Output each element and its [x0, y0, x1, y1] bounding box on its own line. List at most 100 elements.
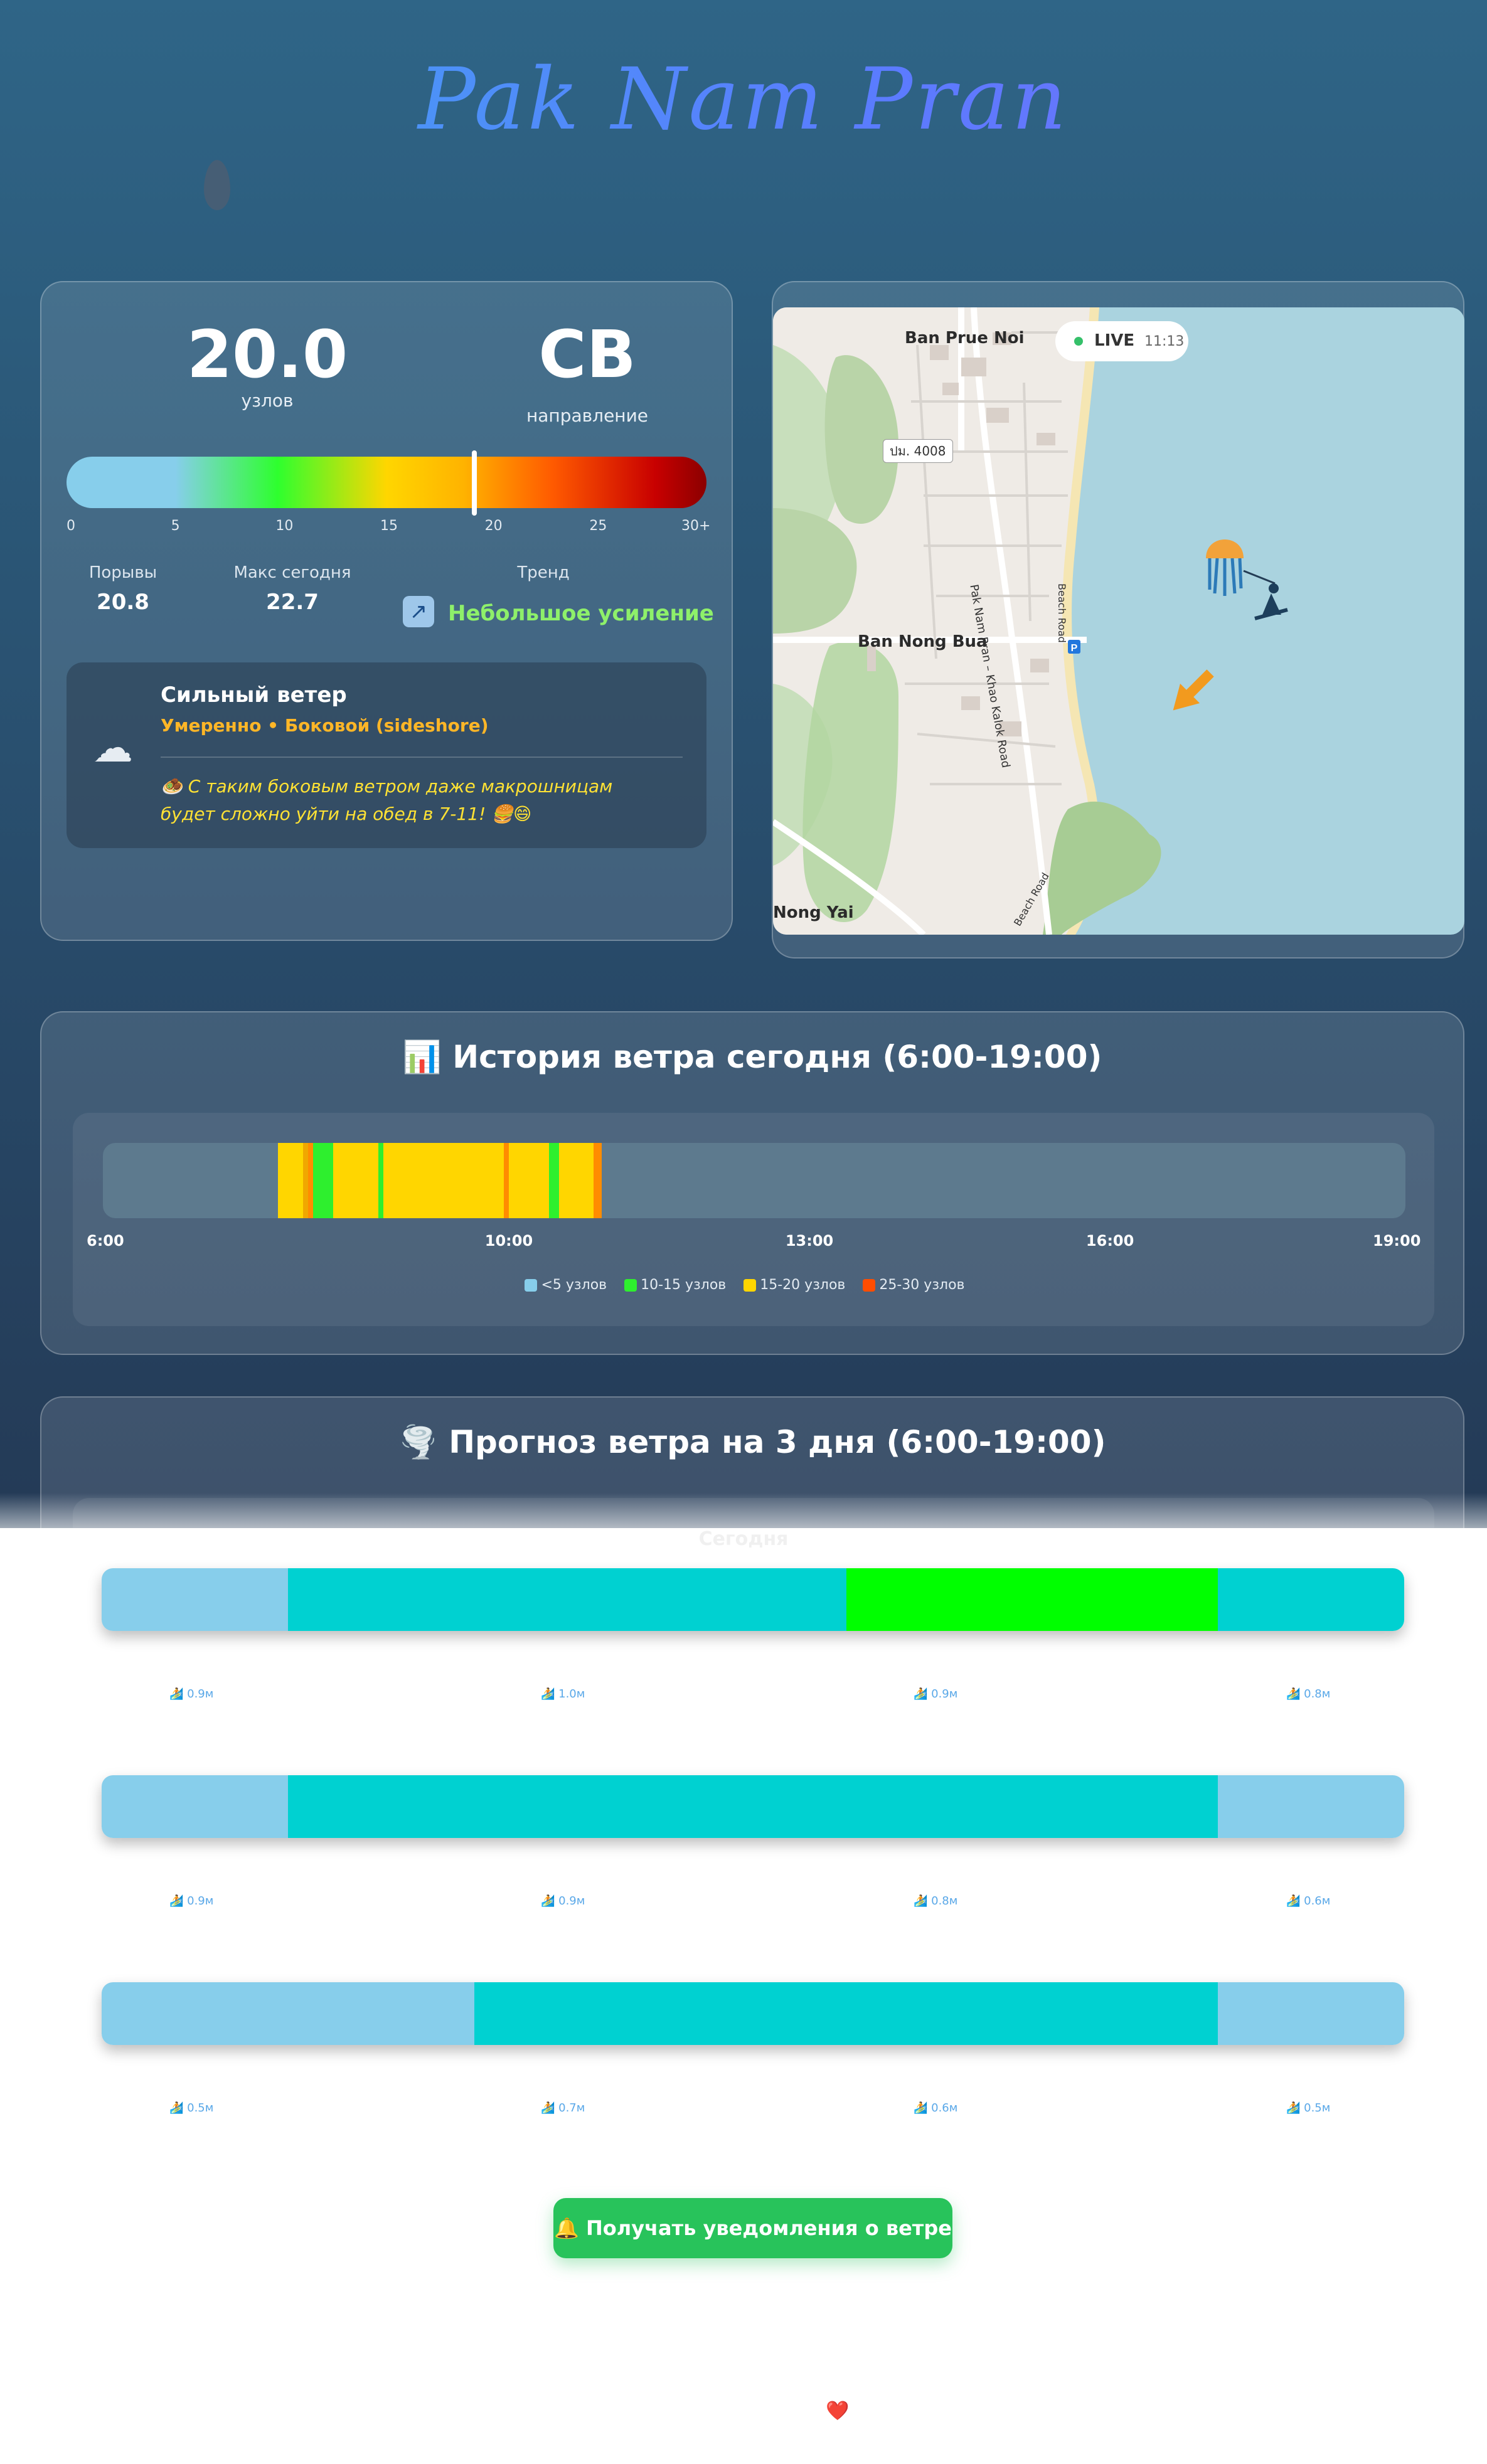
parking-icon: P	[1071, 643, 1078, 654]
kite-jellyfish-icon	[1206, 539, 1288, 620]
alert-subtitle: Умеренно • Боковой (sideshore)	[161, 715, 489, 736]
forecast-segment	[846, 1568, 1219, 1631]
wind-direction-arrow-icon	[1173, 669, 1214, 711]
map-label-ban-nong-bua: Ban Nong Bua	[858, 632, 988, 651]
history-segment	[347, 1143, 379, 1218]
arrow-up-right-icon: ↗	[403, 596, 434, 627]
history-time-label: 16:00	[1085, 1232, 1134, 1250]
forecast-wave-height: 🏄 0.9м	[914, 1687, 958, 1701]
history-time-label: 10:00	[484, 1232, 533, 1250]
forecast-segment	[102, 1982, 475, 2045]
forecast-wave-height: 🏄 0.6м	[914, 2101, 958, 2115]
forecast-wave-height: 🏄 0.8м	[914, 1894, 958, 1908]
trend-value: Небольшое усиление	[448, 601, 714, 626]
alert-tip: 🧆 С таким боковым ветром даже макрошница…	[161, 776, 613, 824]
forecast-wave-height: 🏄 0.6м	[1286, 1894, 1331, 1908]
forecast-segment	[474, 1982, 1219, 2045]
live-badge: LIVE 11:13	[1055, 321, 1188, 361]
gusts-value: 20.8	[97, 590, 149, 615]
history-segment	[508, 1143, 549, 1218]
wind-direction-label: направление	[526, 405, 649, 426]
history-time-label: 13:00	[785, 1232, 834, 1250]
legend-item: 10-15 узлов	[624, 1277, 726, 1293]
legend-label: 10-15 узлов	[641, 1277, 727, 1293]
live-dot-icon	[1074, 337, 1083, 346]
map-label-beach-road: Beach Road	[1056, 583, 1068, 643]
strong-wind-alert: ☁ Сильный ветер Умеренно • Боковой (side…	[67, 662, 706, 848]
forecast-segment	[1218, 1568, 1404, 1631]
wind-scale-tick: 25	[589, 518, 607, 534]
history-legend: <5 узлов 10-15 узлов 15-20 узлов 25-30 узло…	[73, 1277, 1434, 1293]
history-segment	[303, 1143, 309, 1218]
history-segment	[341, 1143, 348, 1218]
wind-speed-unit: узлов	[241, 390, 294, 411]
legend-label: <5 узлов	[541, 1277, 607, 1293]
history-segment	[308, 1143, 314, 1218]
live-label: LIVE	[1094, 331, 1135, 350]
wind-scale-marker	[472, 450, 477, 516]
forecast-today-label: Сегодня	[698, 1528, 789, 1550]
forecast-wave-height: 🏄 0.8м	[1286, 1687, 1331, 1701]
map-tiles: P	[773, 307, 1288, 935]
history-time-label: 19:00	[1373, 1232, 1421, 1250]
history-segment	[594, 1143, 602, 1218]
legend-swatch	[863, 1279, 876, 1292]
forecast-segment	[1218, 1775, 1404, 1838]
wind-history-card: 📊 История ветра сегодня (6:00-19:00) 6:0…	[40, 1011, 1464, 1355]
forecast-wave-height: 🏄 0.9м	[169, 1894, 214, 1908]
history-panel: 6:00 10:00 13:00 16:00 19:00 <5 узлов 10-15 у…	[73, 1113, 1434, 1326]
history-segment	[558, 1143, 594, 1218]
wind-speed-value: 20.0	[186, 316, 348, 393]
alert-divider	[161, 757, 683, 758]
forecast-wave-height: 🏄 1.0м	[541, 1687, 585, 1701]
live-time: 11:13	[1144, 334, 1185, 349]
max-today-value: 22.7	[266, 590, 319, 615]
wind-scale-bar	[67, 457, 706, 508]
forecast-wave-height: 🏄 0.7м	[541, 2101, 585, 2115]
history-segment	[548, 1143, 559, 1218]
history-segment	[378, 1143, 384, 1218]
legend-label: 25-30 узлов	[879, 1277, 965, 1293]
forecast-wave-height: 🏄 0.5м	[1286, 2101, 1331, 2115]
wind-scale-tick: 10	[275, 518, 294, 534]
forecast-wave-height: 🏄 0.9м	[541, 1894, 585, 1908]
heart-icon: ❤️	[826, 2400, 850, 2422]
history-bar	[103, 1143, 1405, 1218]
forecast-day-bar	[102, 1568, 1404, 1631]
wind-scale-tick: 20	[484, 518, 503, 534]
legend-swatch	[744, 1279, 757, 1292]
forecast-segment	[102, 1775, 289, 1838]
notify-button[interactable]: 🔔 Получать уведомления о ветре	[553, 2198, 952, 2258]
forecast-wave-height: 🏄 0.5м	[169, 2101, 214, 2115]
history-segment	[278, 1143, 304, 1218]
wind-card: 20.0 узлов СВ направление 0 5 10 15 20 25 30+ …	[40, 281, 733, 941]
forecast-day-bar	[102, 1982, 1404, 2045]
wind-scale-tick: 15	[380, 518, 398, 534]
wind-direction-value: СВ	[538, 316, 636, 393]
gusts-label: Порывы	[88, 563, 157, 582]
trend-label: Тренд	[517, 563, 570, 582]
map-label-road-4008: ปม. 4008	[883, 439, 953, 463]
history-segment	[333, 1143, 342, 1218]
legend-swatch	[624, 1279, 637, 1292]
forecast-wave-height: 🏄 0.9м	[169, 1687, 214, 1701]
max-today-label: Макс сегодня	[233, 563, 351, 582]
history-segment	[383, 1143, 504, 1218]
map-view[interactable]: P Ban Prue Noi ปม. 4008 Ban Nong Bua Non…	[773, 307, 1464, 935]
map-label-ban-prue-noi: Ban Prue Noi	[905, 329, 1025, 348]
alert-title: Сильный ветер	[161, 682, 347, 708]
map-card: P Ban Prue Noi ปม. 4008 Ban Nong Bua Non…	[772, 281, 1464, 959]
map-label-nong-yai: Nong Yai	[773, 903, 854, 922]
forecast-segment	[287, 1568, 848, 1631]
legend-label: 15-20 узлов	[760, 1277, 846, 1293]
forecast-segment	[102, 1568, 289, 1631]
wind-scale-tick: 30+	[681, 518, 711, 534]
forecast-title: 🌪️ Прогноз ветра на 3 дня (6:00-19:00)	[398, 1424, 1106, 1460]
forecast-day-bar	[102, 1775, 1404, 1838]
forecast-segment	[1218, 1982, 1404, 2045]
forecast-segment	[287, 1775, 1219, 1838]
history-title: 📊 История ветра сегодня (6:00-19:00)	[402, 1039, 1102, 1075]
legend-item: <5 узлов	[525, 1277, 607, 1293]
wind-scale-tick: 5	[171, 518, 180, 534]
legend-item: 15-20 узлов	[744, 1277, 845, 1293]
